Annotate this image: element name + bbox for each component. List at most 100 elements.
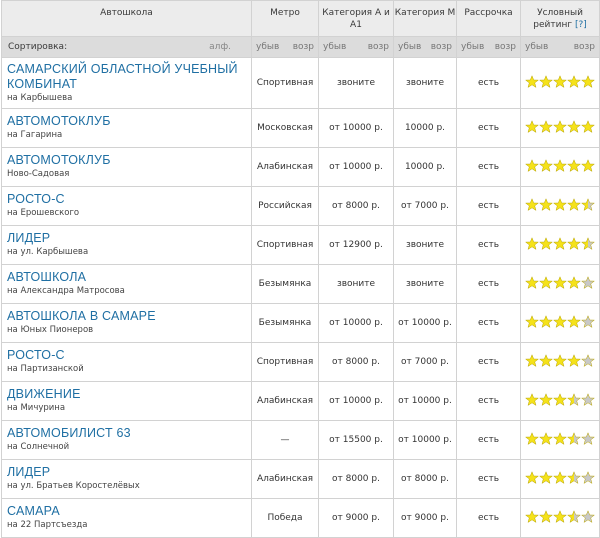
school-cell: АВТОШКОЛА В САМАРЕ на Юных Пионеров <box>1 303 252 343</box>
star-full-icon <box>539 275 553 290</box>
star-full-icon <box>567 158 581 173</box>
school-name-link[interactable]: РОСТО-С <box>7 348 246 363</box>
star-full-icon <box>553 236 567 251</box>
school-address: на Мичурина <box>7 403 66 413</box>
sort-installment-desc[interactable]: убыв <box>461 42 484 52</box>
school-name-link[interactable]: АВТОМОТОКЛУБ <box>7 114 246 129</box>
star-full-icon <box>539 158 553 173</box>
metro-cell: Спортивная <box>251 57 319 109</box>
star-full-icon <box>525 431 539 446</box>
star-full-icon <box>525 353 539 368</box>
category-m-price: от 10000 р. <box>393 381 457 421</box>
sort-installment-asc[interactable]: возр <box>495 42 516 52</box>
category-a-price: звоните <box>318 264 394 304</box>
star-full-icon <box>539 353 553 368</box>
school-cell: САМАРСКИЙ ОБЛАСТНОЙ УЧЕБНЫЙ КОМБИНАТ на К… <box>1 57 252 109</box>
table-row: САМАРСКИЙ ОБЛАСТНОЙ УЧЕБНЫЙ КОМБИНАТ на К… <box>1 57 600 109</box>
category-a-price: от 10000 р. <box>318 108 394 148</box>
category-a-price: от 10000 р. <box>318 381 394 421</box>
star-full-icon <box>553 431 567 446</box>
school-cell: ДВИЖЕНИЕ на Мичурина <box>1 381 252 421</box>
sort-alpha-button[interactable]: алф. <box>209 42 231 52</box>
rating-cell <box>520 108 600 148</box>
star-full-icon <box>525 158 539 173</box>
school-name-link[interactable]: ЛИДЕР <box>7 231 246 246</box>
sort-cat-m-desc[interactable]: убыв <box>398 42 421 52</box>
metro-cell: Московская <box>251 108 319 148</box>
rating-stars <box>525 74 595 89</box>
category-m-price: 10000 р. <box>393 108 457 148</box>
sort-cat-a-cell: убыв возр <box>318 36 394 58</box>
rating-cell <box>520 264 600 304</box>
school-name-link[interactable]: ДВИЖЕНИЕ <box>7 387 246 402</box>
star-full-icon <box>553 275 567 290</box>
installment-cell: есть <box>456 57 521 109</box>
school-cell: РОСТО-С на Ерошевского <box>1 186 252 226</box>
sort-cat-a-desc[interactable]: убыв <box>323 42 346 52</box>
star-full-icon <box>525 236 539 251</box>
school-address: на Партизанской <box>7 364 84 374</box>
table-row: АВТОШКОЛА В САМАРЕ на Юных Пионеров Безымя… <box>1 303 600 343</box>
sort-cat-a-asc[interactable]: возр <box>368 42 389 52</box>
school-cell: АВТОМОБИЛИСТ 63 на Солнечной <box>1 420 252 460</box>
sort-rating-cell: убыв возр <box>520 36 600 58</box>
category-m-price: от 7000 р. <box>393 342 457 382</box>
star-full-icon <box>539 119 553 134</box>
star-full-icon <box>553 119 567 134</box>
star-full-icon <box>553 197 567 212</box>
star-full-icon <box>581 74 595 89</box>
star-full-icon <box>567 236 581 251</box>
school-cell: РОСТО-С на Партизанской <box>1 342 252 382</box>
rating-stars <box>525 509 595 524</box>
star-full-icon <box>539 197 553 212</box>
school-address: на ул. Братьев Коростелёвых <box>7 481 140 491</box>
star-empty-icon <box>581 314 595 329</box>
star-full-icon <box>553 392 567 407</box>
table-row: АВТОМОБИЛИСТ 63 на Солнечной — от 15500 р. о… <box>1 420 600 460</box>
star-full-icon <box>539 509 553 524</box>
category-m-price: звоните <box>393 264 457 304</box>
school-name-link[interactable]: АВТОМОБИЛИСТ 63 <box>7 426 246 441</box>
sort-rating-desc[interactable]: убыв <box>525 42 548 52</box>
school-address: на Александра Матросова <box>7 286 125 296</box>
star-full-icon <box>525 470 539 485</box>
metro-cell: Спортивная <box>251 342 319 382</box>
star-full-icon <box>539 74 553 89</box>
school-name-link[interactable]: РОСТО-С <box>7 192 246 207</box>
metro-cell: Безымянка <box>251 264 319 304</box>
star-full-icon <box>539 470 553 485</box>
table-row: АВТОМОТОКЛУБ на Гагарина Московская от 1000… <box>1 108 600 148</box>
school-name-link[interactable]: САМАРА <box>7 504 246 519</box>
header-rating-label-1: Условный <box>537 8 583 18</box>
school-name-link[interactable]: АВТОМОТОКЛУБ <box>7 153 246 168</box>
sort-metro-desc[interactable]: убыв <box>256 42 279 52</box>
metro-cell: Российская <box>251 186 319 226</box>
star-half-icon <box>581 236 595 251</box>
rating-stars <box>525 275 595 290</box>
header-category-m: Категория М <box>393 0 457 37</box>
installment-cell: есть <box>456 186 521 226</box>
star-empty-icon <box>581 431 595 446</box>
star-empty-icon <box>581 392 595 407</box>
header-metro: Метро <box>251 0 319 37</box>
installment-cell: есть <box>456 459 521 499</box>
school-name-link[interactable]: АВТОШКОЛА <box>7 270 246 285</box>
star-full-icon <box>553 509 567 524</box>
school-name-link[interactable]: САМАРСКИЙ ОБЛАСТНОЙ УЧЕБНЫЙ КОМБИНАТ <box>7 62 246 92</box>
installment-cell: есть <box>456 498 521 538</box>
sort-cat-m-asc[interactable]: возр <box>431 42 452 52</box>
header-school: Автошкола <box>1 0 252 37</box>
school-name-link[interactable]: АВТОШКОЛА В САМАРЕ <box>7 309 246 324</box>
school-name-link[interactable]: ЛИДЕР <box>7 465 246 480</box>
rating-stars <box>525 197 595 212</box>
schools-table: Автошкола Метро Категория А и А1 Категор… <box>1 0 600 538</box>
rating-help-link[interactable]: [?] <box>575 20 587 30</box>
sort-label: Сортировка: <box>8 42 68 52</box>
sort-metro-asc[interactable]: возр <box>293 42 314 52</box>
star-full-icon <box>525 314 539 329</box>
category-a-price: от 10000 р. <box>318 147 394 187</box>
sort-rating-asc[interactable]: возр <box>574 42 595 52</box>
rating-cell <box>520 303 600 343</box>
star-half-icon <box>567 470 581 485</box>
star-full-icon <box>567 314 581 329</box>
